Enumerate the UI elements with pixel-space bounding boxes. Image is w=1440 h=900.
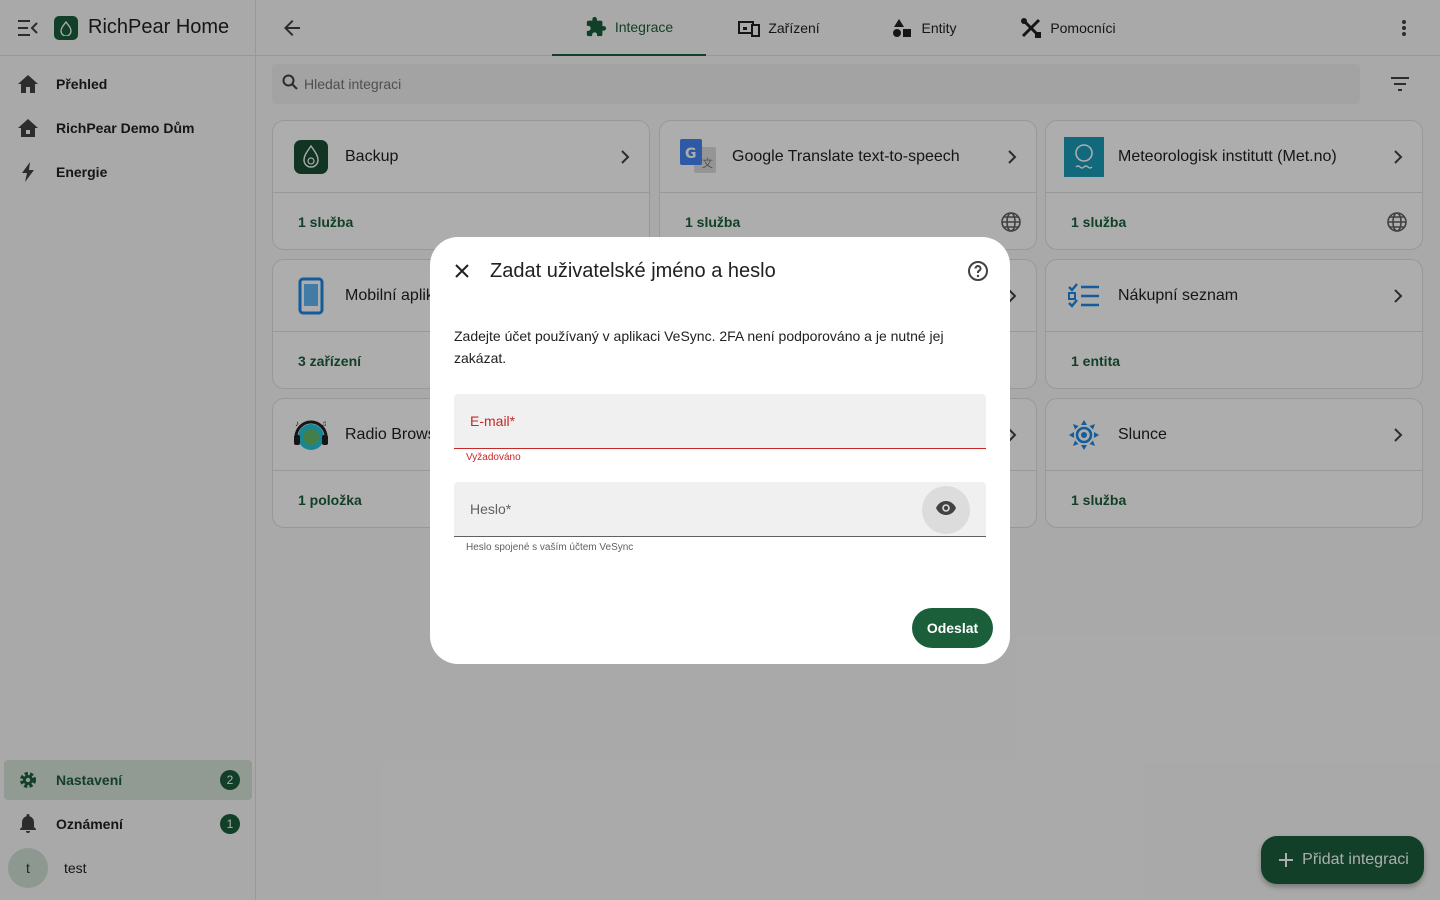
eye-icon [935, 500, 957, 521]
help-icon[interactable] [966, 259, 990, 283]
close-icon[interactable] [450, 259, 474, 283]
email-error-text: Vyžadováno [466, 452, 521, 463]
dialog-description: Zadejte účet používaný v aplikaci VeSync… [454, 328, 944, 366]
email-input[interactable] [470, 412, 910, 432]
password-helper-text: Heslo spojené s vaším účtem VeSync [466, 542, 634, 553]
email-field[interactable]: E-mail* [454, 394, 986, 449]
submit-button[interactable]: Odeslat [912, 608, 993, 648]
login-dialog: Zadat uživatelské jméno a heslo Zadejte … [430, 237, 1010, 664]
password-field[interactable]: Heslo* [454, 482, 986, 537]
show-password-button[interactable] [922, 486, 970, 534]
password-input[interactable] [470, 500, 910, 520]
dialog-title: Zadat uživatelské jméno a heslo [490, 260, 776, 282]
